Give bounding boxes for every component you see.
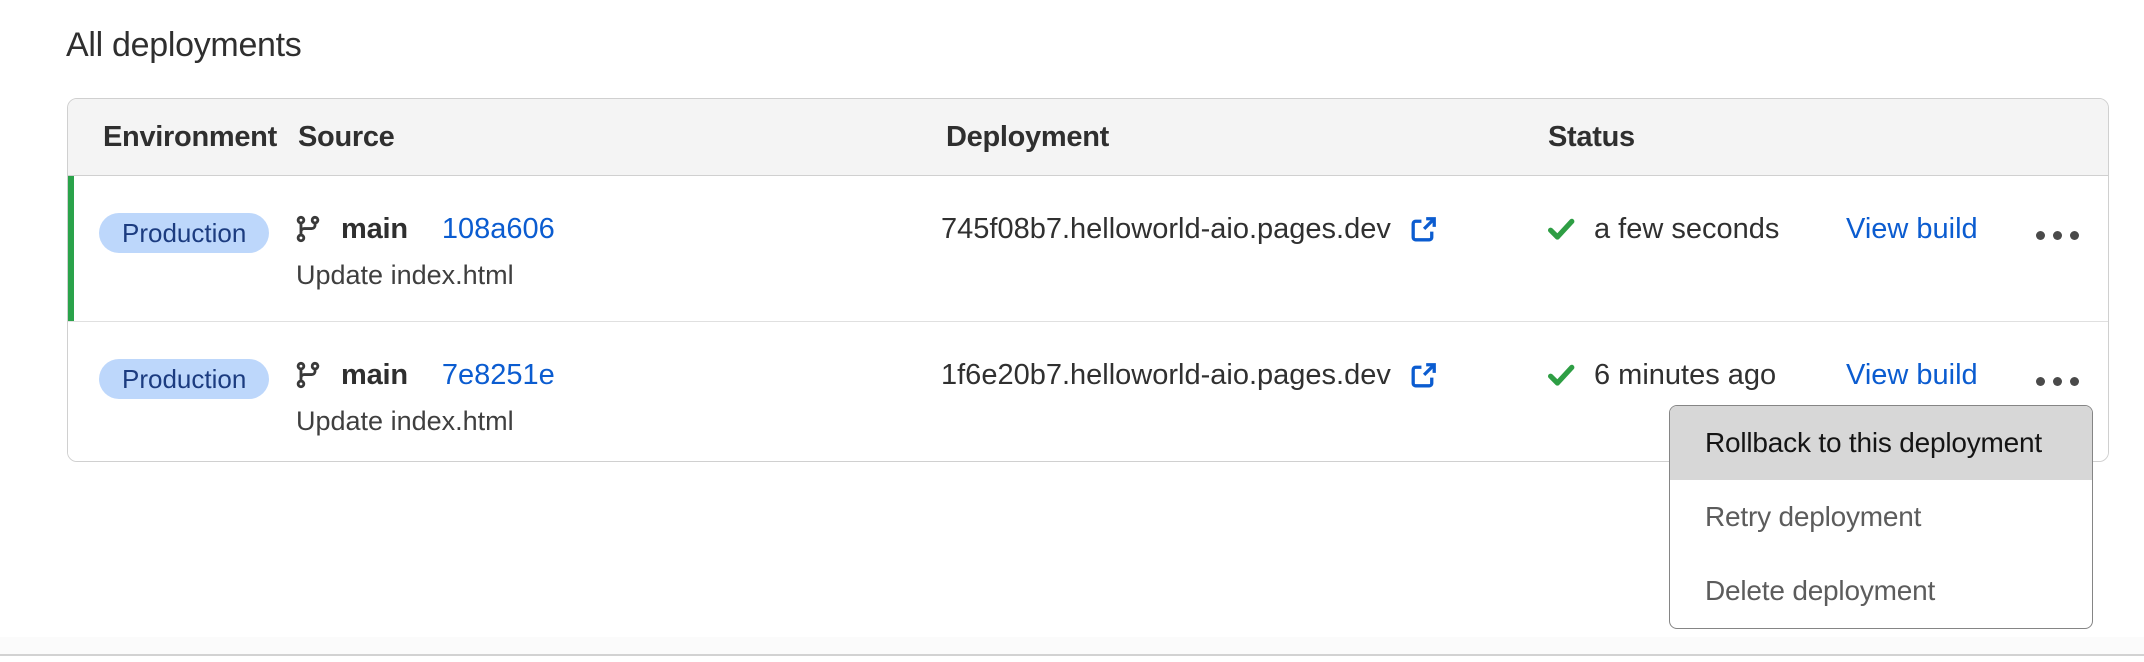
source-cell: main 7e8251e <box>293 352 555 398</box>
menu-item-delete[interactable]: Delete deployment <box>1670 554 2092 628</box>
column-header-source: Source <box>298 99 395 175</box>
footer-band <box>0 637 2144 654</box>
commit-message: Update index.html <box>296 260 514 291</box>
row-menu-button[interactable] <box>2036 228 2079 242</box>
external-link-icon[interactable] <box>1407 213 1440 246</box>
branch-name: main <box>341 359 408 392</box>
source-cell: main 108a606 <box>293 206 555 252</box>
status-time: a few seconds <box>1594 213 1779 246</box>
git-branch-icon <box>293 214 323 244</box>
commit-message: Update index.html <box>296 406 514 437</box>
commit-hash-link[interactable]: 7e8251e <box>442 359 555 392</box>
external-link-icon[interactable] <box>1407 359 1440 392</box>
environment-badge: Production <box>99 213 269 253</box>
check-icon <box>1545 213 1577 245</box>
row-menu-button[interactable] <box>2036 374 2079 388</box>
status-cell: a few seconds <box>1545 206 1779 252</box>
page-title: All deployments <box>66 26 302 65</box>
ellipsis-icon <box>2053 377 2062 386</box>
status-time: 6 minutes ago <box>1594 359 1776 392</box>
deployment-cell: 745f08b7.helloworld-aio.pages.dev <box>941 206 1440 252</box>
table-header-row: Environment Source Deployment Status <box>68 99 2108 176</box>
row-context-menu: Rollback to this deployment Retry deploy… <box>1669 405 2093 629</box>
git-branch-icon <box>293 360 323 390</box>
menu-item-retry[interactable]: Retry deployment <box>1670 480 2092 554</box>
ellipsis-icon <box>2070 231 2079 240</box>
column-header-environment: Environment <box>103 99 277 175</box>
commit-hash-link[interactable]: 108a606 <box>442 213 555 246</box>
column-header-deployment: Deployment <box>946 99 1109 175</box>
view-build-link[interactable]: View build <box>1846 352 1978 398</box>
ellipsis-icon <box>2036 377 2045 386</box>
ellipsis-icon <box>2036 231 2045 240</box>
ellipsis-icon <box>2053 231 2062 240</box>
deployment-url: 1f6e20b7.helloworld-aio.pages.dev <box>941 359 1391 392</box>
status-cell: 6 minutes ago <box>1545 352 1776 398</box>
table-row: Production main 108a606 Update index.htm… <box>68 176 2108 321</box>
ellipsis-icon <box>2070 377 2079 386</box>
deployment-url: 745f08b7.helloworld-aio.pages.dev <box>941 213 1391 246</box>
deployments-page: All deployments Environment Source Deplo… <box>0 0 2144 662</box>
view-build-link[interactable]: View build <box>1846 206 1978 252</box>
active-deployment-indicator <box>68 176 74 321</box>
column-header-status: Status <box>1548 99 1635 175</box>
deployment-cell: 1f6e20b7.helloworld-aio.pages.dev <box>941 352 1440 398</box>
branch-name: main <box>341 213 408 246</box>
environment-badge: Production <box>99 359 269 399</box>
menu-item-rollback[interactable]: Rollback to this deployment <box>1670 406 2092 480</box>
check-icon <box>1545 359 1577 391</box>
section-divider <box>0 654 2144 656</box>
